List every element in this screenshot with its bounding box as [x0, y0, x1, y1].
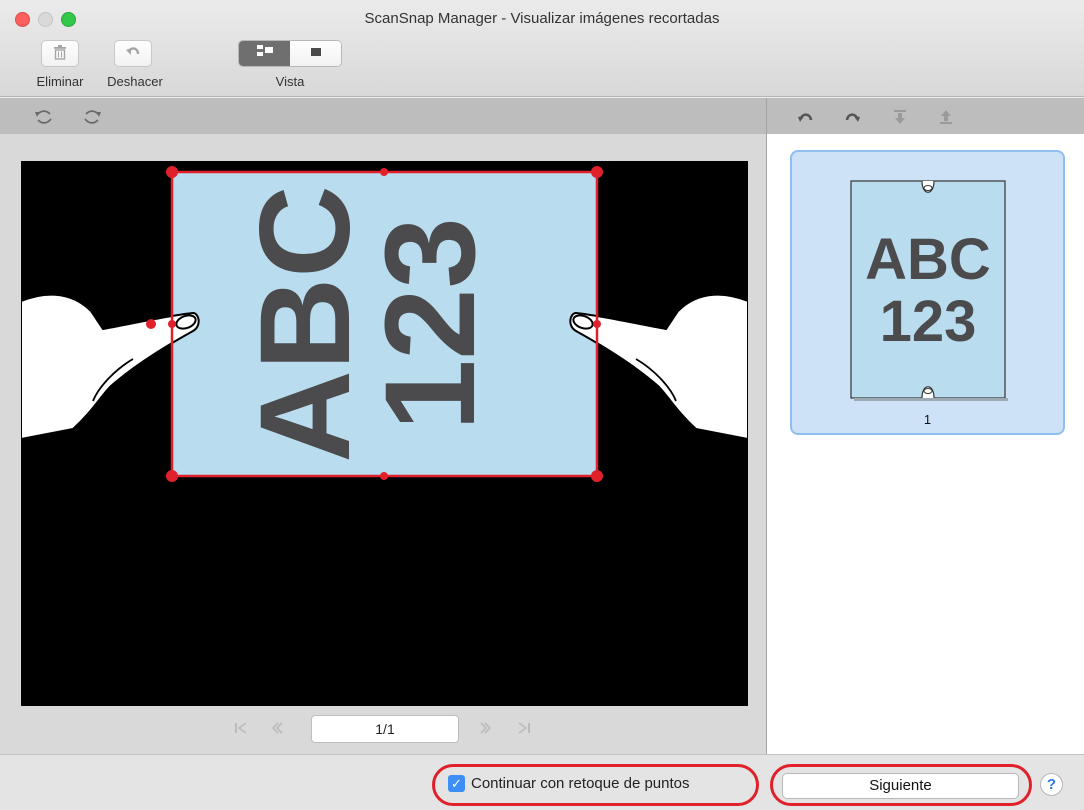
page-number-field[interactable]: 1/1	[311, 715, 459, 743]
single-view-icon	[309, 45, 323, 63]
view-single-button[interactable]	[290, 41, 341, 66]
continue-retouch-label: Continuar con retoque de puntos	[471, 775, 690, 792]
next-page-icon[interactable]	[475, 717, 497, 739]
split-view-icon	[256, 44, 274, 63]
move-up-icon[interactable]	[935, 106, 957, 128]
rotate-clockwise-icon[interactable]	[841, 106, 863, 128]
last-page-icon[interactable]	[513, 717, 535, 739]
crop-handle-bottom-left	[166, 470, 178, 482]
document-text-123: 123	[359, 217, 502, 431]
previous-page-icon[interactable]	[266, 717, 288, 739]
rotate-left-icon[interactable]	[33, 106, 55, 128]
title-toolbar: ScanSnap Manager - Visualizar imágenes r…	[0, 0, 1084, 97]
next-button[interactable]: Siguiente	[782, 773, 1019, 799]
crop-handle-top-left	[166, 166, 178, 178]
delete-label: Eliminar	[36, 74, 84, 89]
crop-handle-bottom-mid	[380, 472, 388, 480]
thumbnail-item[interactable]: ABC 123	[790, 150, 1065, 435]
move-down-icon[interactable]	[889, 106, 911, 128]
crop-handle-top-right	[591, 166, 603, 178]
help-icon[interactable]: ?	[1040, 773, 1063, 796]
crop-handle-left-mid	[168, 320, 176, 328]
thumbnail-page-number: 1	[923, 412, 932, 427]
view-mode-segmented-control	[238, 40, 342, 67]
crop-handle-top-mid	[380, 168, 388, 176]
undo-label: Deshacer	[107, 74, 163, 89]
preview-canvas: ABC 123	[21, 161, 748, 706]
delete-button[interactable]	[41, 40, 79, 67]
thumbnail-text-123: 123	[880, 289, 977, 354]
continue-retouch-checkbox[interactable]: ✓ Continuar con retoque de puntos	[448, 775, 690, 792]
scansnap-window: ScanSnap Manager - Visualizar imágenes r…	[0, 0, 1084, 810]
checkmark-icon: ✓	[448, 775, 465, 792]
crop-handle-right-mid	[593, 320, 601, 328]
undo-icon	[125, 45, 141, 63]
trash-icon	[53, 44, 67, 64]
preview-toolbar	[0, 98, 766, 134]
undo-button[interactable]	[114, 40, 152, 67]
window-title: ScanSnap Manager - Visualizar imágenes r…	[364, 10, 720, 27]
view-label: Vista	[275, 74, 305, 89]
document-text-abc: ABC	[234, 185, 377, 462]
crop-handle-bottom-right	[591, 470, 603, 482]
view-cropped-button[interactable]	[239, 41, 290, 66]
first-page-icon[interactable]	[230, 717, 252, 739]
finger-point-marker	[146, 319, 156, 329]
rotate-right-icon[interactable]	[81, 106, 103, 128]
thumbnail-text-abc: ABC	[865, 227, 991, 292]
panel-divider	[766, 98, 767, 754]
rotate-counterclockwise-icon[interactable]	[795, 106, 817, 128]
